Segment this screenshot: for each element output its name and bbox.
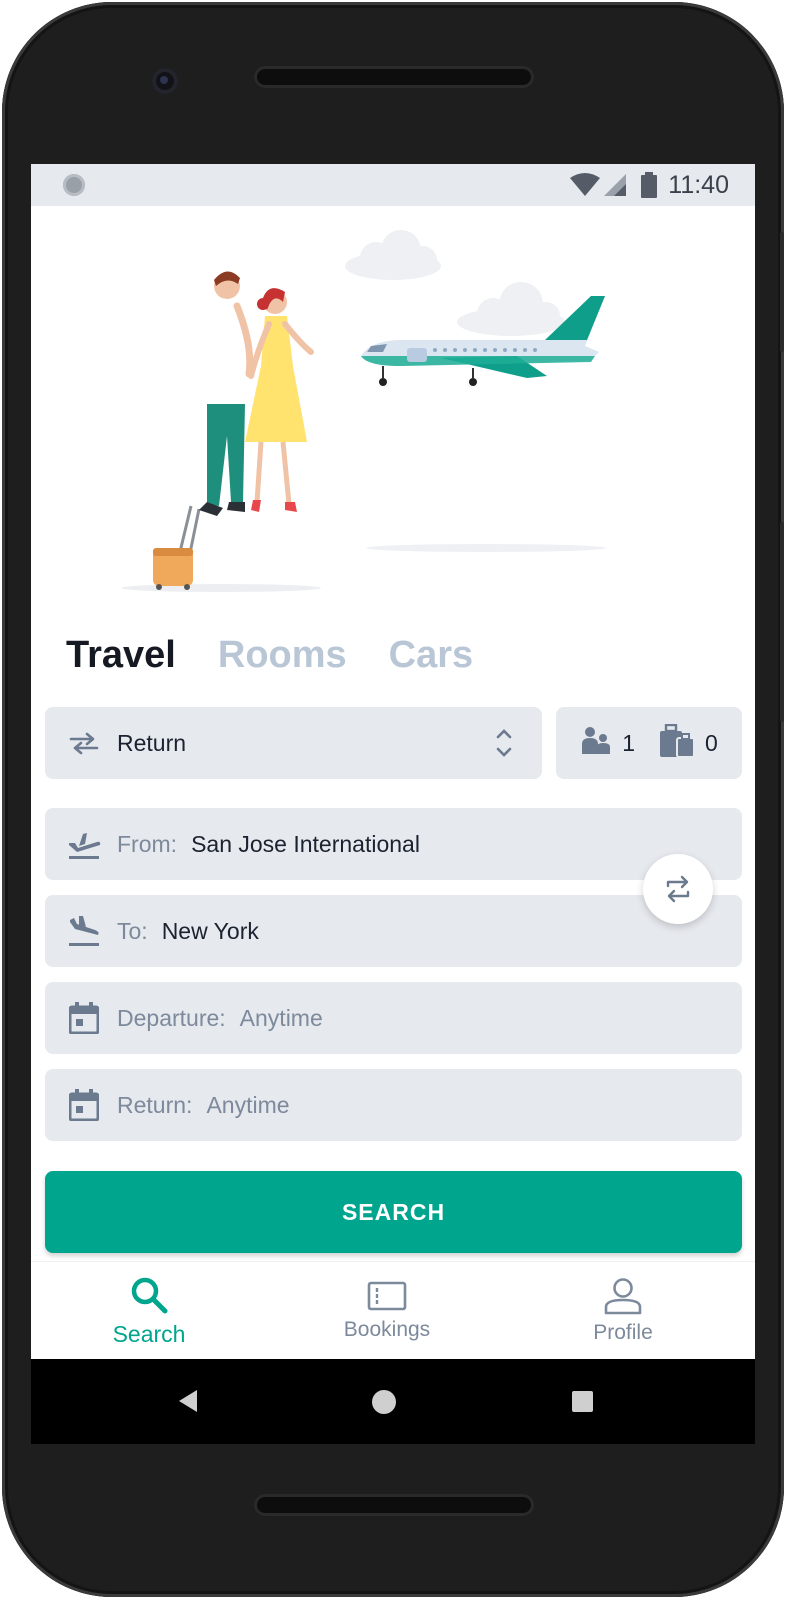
- nav-bookings[interactable]: Bookings: [287, 1262, 487, 1360]
- passengers-bags-selector[interactable]: 1 0: [556, 707, 742, 779]
- traveler-man: [197, 271, 254, 516]
- nav-profile-label: Profile: [593, 1321, 653, 1344]
- swap-horizontal-icon: [67, 726, 101, 760]
- person-icon: [604, 1278, 642, 1315]
- cloud-icon: [345, 230, 565, 336]
- chevron-up-down-icon: [494, 727, 514, 764]
- flight-takeoff-icon: [67, 827, 101, 861]
- phone-volume-button: [780, 232, 784, 352]
- nav-search-label: Search: [112, 1320, 186, 1347]
- phone-power-button: [780, 522, 784, 722]
- app-screen: 11:40 Travel Rooms Cars Return 1 0 From:…: [31, 164, 755, 1444]
- notification-icon: [63, 174, 85, 196]
- calendar-icon: [67, 1001, 101, 1035]
- return-field[interactable]: Return: Anytime: [45, 1069, 742, 1141]
- from-field[interactable]: From: San Jose International: [45, 808, 742, 880]
- nav-search[interactable]: Search: [49, 1262, 249, 1360]
- recents-icon[interactable]: [572, 1391, 593, 1412]
- bag-count: 0: [705, 729, 718, 756]
- from-value: San Jose International: [191, 830, 420, 857]
- to-value: New York: [161, 917, 259, 944]
- trip-type-select[interactable]: Return: [45, 707, 542, 779]
- ticket-icon: [367, 1281, 407, 1311]
- bottom-speaker: [254, 1494, 534, 1516]
- search-icon: [131, 1277, 168, 1313]
- bottom-navigation: Search Bookings Profile: [31, 1261, 755, 1359]
- tab-rooms[interactable]: Rooms: [218, 634, 347, 677]
- people-icon: [580, 726, 612, 761]
- category-tabs: Travel Rooms Cars: [66, 634, 473, 677]
- passenger-count: 1: [622, 729, 635, 756]
- front-camera: [152, 68, 178, 94]
- home-icon[interactable]: [372, 1390, 396, 1414]
- suitcase-icon: [153, 505, 201, 590]
- from-label: From:: [117, 830, 178, 857]
- swap-locations-button[interactable]: [643, 854, 713, 924]
- return-label: Return:: [117, 1091, 193, 1118]
- departure-label: Departure:: [117, 1004, 226, 1031]
- to-label: To:: [117, 917, 148, 944]
- traveler-woman: [245, 288, 314, 512]
- to-field[interactable]: To: New York: [45, 895, 742, 967]
- status-time: 11:40: [668, 170, 729, 199]
- luggage-icon: [659, 723, 695, 763]
- back-icon[interactable]: [177, 1389, 199, 1413]
- cell-signal-icon: [604, 174, 627, 196]
- calendar-icon: [67, 1088, 101, 1122]
- nav-profile[interactable]: Profile: [523, 1262, 723, 1360]
- departure-field[interactable]: Departure: Anytime: [45, 982, 742, 1054]
- flight-land-icon: [67, 914, 101, 948]
- tab-cars[interactable]: Cars: [389, 634, 474, 677]
- swap-vertical-icon: [666, 875, 690, 903]
- top-speaker: [254, 66, 534, 88]
- battery-icon: [641, 172, 658, 198]
- departure-value: Anytime: [239, 1004, 323, 1031]
- system-navigation-bar: [31, 1359, 755, 1444]
- tab-travel[interactable]: Travel: [66, 634, 176, 677]
- travel-illustration: [121, 230, 606, 592]
- search-button[interactable]: SEARCH: [45, 1171, 742, 1253]
- nav-bookings-label: Bookings: [343, 1318, 431, 1341]
- trip-type-value: Return: [117, 729, 187, 756]
- wifi-icon: [570, 173, 601, 196]
- status-bar: 11:40: [31, 164, 755, 206]
- return-value: Anytime: [206, 1091, 290, 1118]
